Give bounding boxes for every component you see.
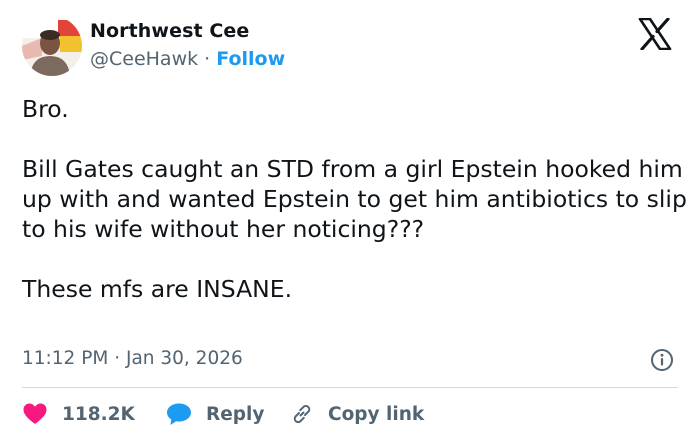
post-text: Bro. Bill Gates caught an STD from a gir…	[22, 94, 687, 304]
heart-icon	[23, 403, 47, 424]
post-date[interactable]: Jan 30, 2026	[126, 348, 243, 369]
avatar[interactable]	[22, 16, 82, 76]
handle-separator: ·	[204, 48, 211, 70]
like-button[interactable]: 118.2K	[22, 400, 135, 428]
copy-link-button[interactable]: Copy link	[290, 400, 424, 428]
info-icon[interactable]	[650, 348, 674, 372]
author-name[interactable]: Northwest Cee	[90, 20, 249, 42]
post-line: These mfs are INSANE.	[22, 275, 293, 303]
copy-link-label: Copy link	[328, 403, 425, 425]
timestamp-separator: ·	[114, 348, 121, 369]
speech-bubble-icon	[167, 403, 191, 425]
post-line: Bill Gates caught an STD from a girl Eps…	[22, 155, 687, 243]
divider	[22, 387, 678, 388]
x-logo-icon[interactable]	[638, 18, 672, 50]
post-time[interactable]: 11:12 PM	[22, 348, 108, 369]
follow-button[interactable]: Follow	[216, 48, 285, 70]
link-icon	[293, 404, 311, 424]
reply-label: Reply	[206, 403, 265, 425]
author-handle[interactable]: @CeeHawk	[90, 48, 198, 70]
reply-button[interactable]: Reply	[166, 400, 264, 428]
post-line: Bro.	[22, 95, 69, 123]
timestamp[interactable]: 11:12 PM · Jan 30, 2026	[22, 348, 243, 369]
author-handle-row: @CeeHawk · Follow	[90, 48, 285, 70]
like-count: 118.2K	[62, 403, 135, 425]
